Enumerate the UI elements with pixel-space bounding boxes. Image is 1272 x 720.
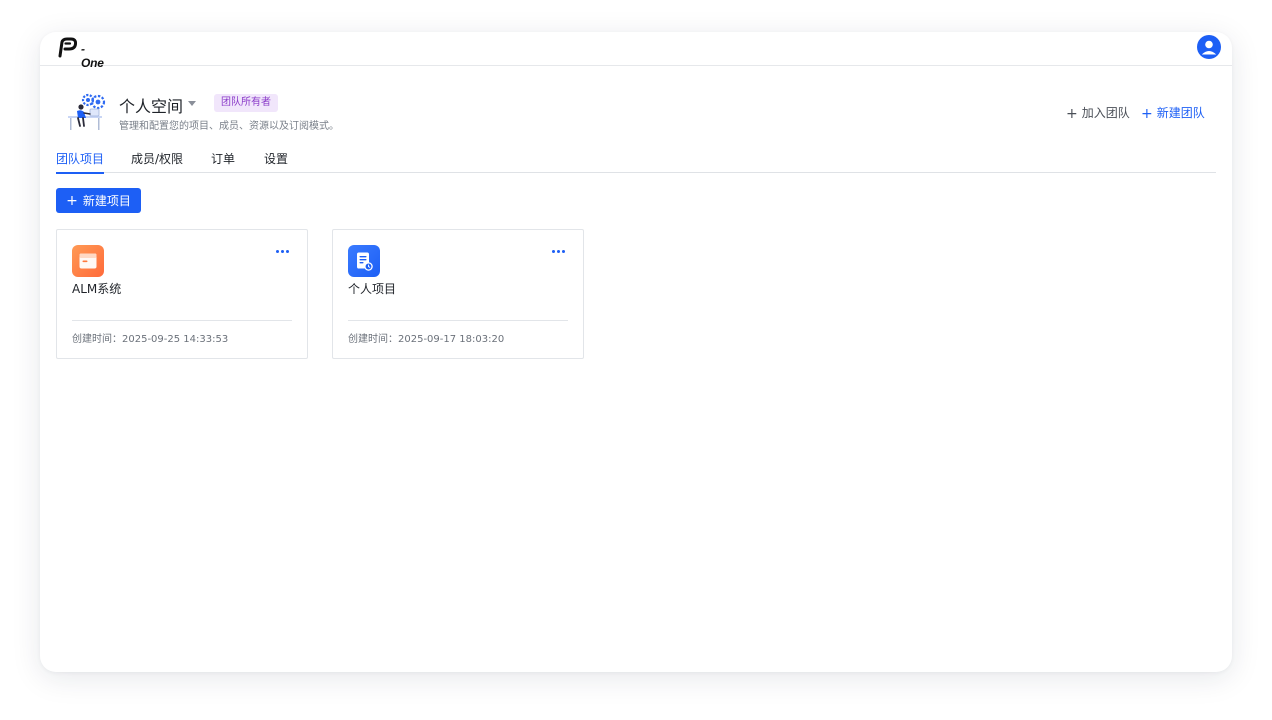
top-bar: -One	[40, 32, 1232, 70]
logo-text: -One	[81, 42, 104, 70]
more-options-icon[interactable]	[275, 246, 291, 256]
user-icon	[1201, 40, 1217, 55]
project-card[interactable]: 个人项目 创建时间：2025-09-17 18:03:20	[332, 229, 584, 359]
join-team-button[interactable]: + 加入团队	[1066, 104, 1130, 121]
archive-box-icon	[72, 245, 104, 277]
tab-settings[interactable]: 设置	[264, 150, 288, 173]
divider	[348, 320, 568, 321]
project-card[interactable]: ALM系统 创建时间：2025-09-25 14:33:53	[56, 229, 308, 359]
plus-icon: +	[1141, 106, 1153, 122]
user-avatar[interactable]	[1197, 35, 1221, 59]
project-name: 个人项目	[348, 282, 397, 296]
tab-members-permissions[interactable]: 成员/权限	[131, 150, 183, 173]
plus-icon: +	[66, 192, 78, 209]
chevron-down-icon[interactable]	[188, 101, 196, 106]
project-created-time: 创建时间：2025-09-17 18:03:20	[348, 334, 505, 345]
more-options-icon[interactable]	[551, 246, 567, 256]
join-team-label: 加入团队	[1081, 106, 1130, 120]
space-description: 管理和配置您的项目、成员、资源以及订阅模式。	[119, 121, 339, 132]
tab-team-projects[interactable]: 团队项目	[56, 150, 105, 174]
document-icon	[348, 245, 380, 277]
app-window: -One 个人空间 团队所有者 管理和配置您的项目、成员、资源以及订阅模式。 +…	[40, 32, 1232, 672]
tab-bar: 团队项目 成员/权限 订单 设置	[56, 148, 1216, 174]
project-created-time: 创建时间：2025-09-25 14:33:53	[72, 334, 229, 345]
new-team-label: 新建团队	[1156, 106, 1205, 120]
new-project-label: 新建项目	[82, 194, 131, 208]
tab-orders[interactable]: 订单	[211, 150, 235, 173]
logo[interactable]: -One	[57, 37, 107, 70]
plus-icon: +	[1066, 106, 1078, 122]
role-badge: 团队所有者	[214, 94, 278, 112]
space-illustration	[64, 92, 106, 132]
logo-mark-icon	[58, 37, 78, 58]
new-project-button[interactable]: + 新建项目	[56, 188, 141, 213]
space-title[interactable]: 个人空间	[119, 93, 183, 117]
project-name: ALM系统	[72, 282, 122, 296]
new-team-button[interactable]: + 新建团队	[1141, 104, 1205, 121]
divider	[72, 320, 292, 321]
